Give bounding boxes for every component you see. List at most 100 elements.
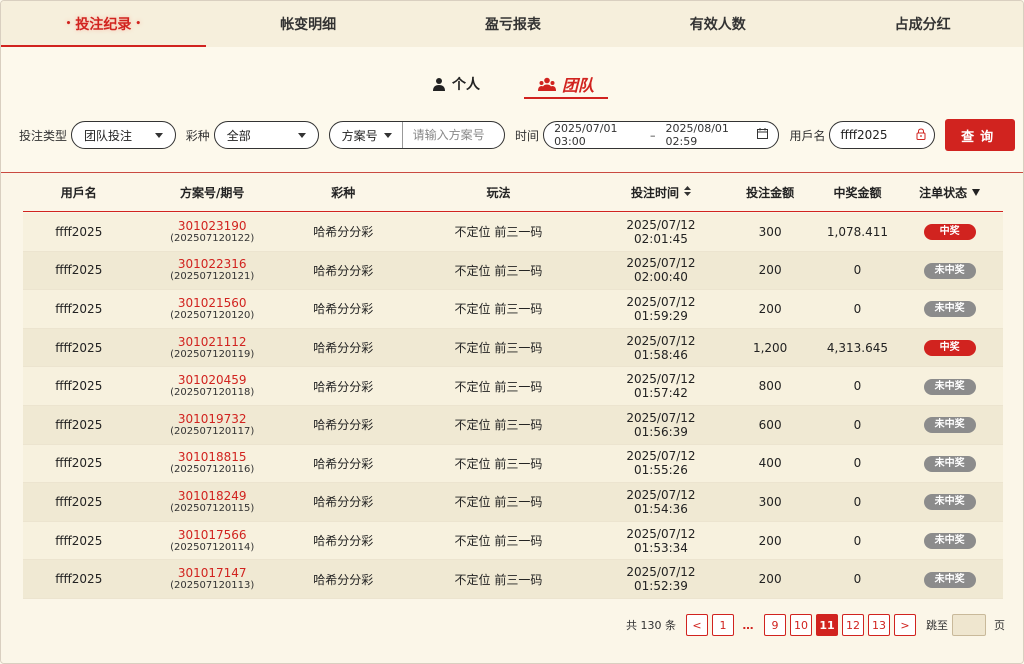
- cell-status: 中奖: [896, 223, 1003, 241]
- current-page-button[interactable]: 11: [816, 614, 838, 636]
- issue-number: (202507120119): [170, 348, 255, 360]
- bet-records-panel: • 投注纪录 • 帐变明细 盈亏报表 有效人数 占成分红 个人 团队 投注类型 …: [0, 0, 1024, 664]
- header-win: 中奖金额: [819, 184, 897, 201]
- team-icon: [537, 77, 556, 91]
- cell-bet: 200: [758, 572, 782, 587]
- top-tab-bar: • 投注纪录 • 帐变明细 盈亏报表 有效人数 占成分红: [1, 1, 1023, 47]
- cell-bet: 300: [758, 224, 782, 239]
- date-start: 2025/07/01 03:00: [554, 122, 618, 148]
- tab-valid-users[interactable]: 有效人数: [615, 1, 820, 47]
- plan-number-link[interactable]: 301017566: [135, 528, 290, 542]
- issue-number: (202507120120): [170, 309, 255, 321]
- issue-number: (202507120118): [170, 387, 255, 399]
- lock-icon: [916, 127, 926, 143]
- cell-plan: 301017566 (202507120114): [135, 528, 290, 554]
- cell-time: 2025/07/12 01:56:39: [626, 410, 696, 439]
- tab-label: 团队: [561, 76, 594, 95]
- bet-type-label: 投注类型: [19, 128, 68, 143]
- issue-number: (202507120122): [170, 232, 255, 244]
- tab-personal[interactable]: 个人: [418, 69, 494, 99]
- page-button[interactable]: 12: [842, 614, 864, 636]
- cell-bet: 200: [758, 301, 782, 316]
- status-badge: 中奖: [923, 340, 976, 357]
- cell-play: 不定位 前三一码: [454, 379, 543, 394]
- page-button[interactable]: 1: [712, 614, 734, 636]
- cell-play: 不定位 前三一码: [454, 263, 543, 278]
- cell-plan: 301022316 (202507120121): [135, 257, 290, 283]
- tab-label: 占成分红: [894, 17, 951, 33]
- cell-lottery: 哈希分分彩: [313, 302, 374, 317]
- page-button[interactable]: 13: [868, 614, 890, 636]
- plan-number-link[interactable]: 301019732: [135, 412, 290, 426]
- plan-search-combo: 方案号: [328, 121, 506, 149]
- plan-number-link[interactable]: 301018249: [135, 489, 290, 503]
- issue-number: (202507120116): [170, 464, 255, 476]
- bet-type-select[interactable]: 团队投注: [71, 121, 176, 149]
- sort-icon[interactable]: [683, 185, 691, 199]
- cell-play: 不定位 前三一码: [454, 456, 543, 471]
- cell-time: 2025/07/12 01:55:26: [626, 449, 696, 478]
- header-status[interactable]: 注单状态: [896, 184, 1003, 201]
- chevron-down-icon: [154, 132, 163, 138]
- plan-number-input[interactable]: [402, 122, 503, 148]
- plan-number-link[interactable]: 301022316: [135, 257, 290, 271]
- prev-page-button[interactable]: <: [686, 614, 708, 636]
- tab-account-changes[interactable]: 帐变明细: [206, 1, 411, 47]
- page-button[interactable]: 10: [790, 614, 812, 636]
- issue-number: (202507120113): [170, 580, 255, 592]
- cell-bet: 200: [758, 533, 782, 548]
- plan-number-link[interactable]: 301018815: [135, 450, 290, 464]
- table-body: ffff2025 301023190 (202507120122) 哈希分分彩 不定位 …: [23, 213, 1003, 599]
- tab-bet-records[interactable]: • 投注纪录 •: [1, 1, 206, 47]
- plan-number-link[interactable]: 301020459: [135, 373, 290, 387]
- cell-status: 中奖: [896, 339, 1003, 357]
- cell-time: 2025/07/12 01:53:34: [626, 526, 696, 555]
- header-label: 注单状态: [919, 185, 968, 200]
- header-label: 投注时间: [630, 185, 679, 200]
- cell-user: ffff2025: [55, 417, 103, 432]
- total-count: 共 130 条: [626, 619, 676, 632]
- plan-type-select[interactable]: 方案号: [330, 122, 403, 148]
- cell-user: ffff2025: [55, 340, 103, 355]
- plan-number-link[interactable]: 301021560: [135, 296, 290, 310]
- cell-play: 不定位 前三一码: [454, 302, 543, 317]
- bet-type-value: 团队投注: [84, 128, 133, 143]
- cell-win: 0: [853, 533, 862, 548]
- status-badge: 未中奖: [923, 417, 976, 434]
- filter-icon[interactable]: [972, 185, 981, 199]
- lottery-select[interactable]: 全部: [213, 121, 319, 149]
- date-range-picker[interactable]: 2025/07/01 03:00 – 2025/08/01 02:59: [543, 121, 780, 149]
- tab-team[interactable]: 团队: [523, 69, 609, 99]
- table-row: ffff2025 301020459 (202507120118) 哈希分分彩 不定位 …: [23, 367, 1003, 406]
- plan-number-link[interactable]: 301017147: [135, 566, 290, 580]
- table-row: ffff2025 301019732 (202507120117) 哈希分分彩 不定位 …: [23, 405, 1003, 445]
- jump-page-input[interactable]: [952, 614, 986, 636]
- username-label: 用戶名: [789, 128, 826, 143]
- cell-plan: 301019732 (202507120117): [135, 412, 290, 438]
- cell-time: 2025/07/12 02:01:45: [626, 217, 696, 246]
- cell-user: ffff2025: [55, 456, 103, 471]
- header-label: 用戶名: [60, 185, 97, 200]
- tab-share-dividend[interactable]: 占成分红: [820, 1, 1023, 47]
- cell-plan: 301017147 (202507120113): [135, 566, 290, 592]
- table-row: ffff2025 301021560 (202507120120) 哈希分分彩 不定位 …: [23, 290, 1003, 329]
- status-badge: 未中奖: [923, 533, 976, 550]
- pagination: 共 130 条 < 1 … 9 10 11 12 13 > 跳至 页: [626, 614, 1005, 636]
- plan-number-link[interactable]: 301021112: [135, 335, 290, 349]
- more-pages-icon[interactable]: …: [738, 619, 760, 632]
- header-label: 彩种: [331, 185, 356, 200]
- page-button[interactable]: 9: [764, 614, 786, 636]
- header-time[interactable]: 投注时间: [600, 184, 721, 201]
- cell-user: ffff2025: [55, 263, 103, 278]
- page-suffix: 页: [994, 619, 1005, 632]
- person-icon: [432, 77, 446, 91]
- lottery-value: 全部: [226, 128, 251, 143]
- tab-profit-report[interactable]: 盈亏报表: [411, 1, 616, 47]
- next-page-button[interactable]: >: [894, 614, 916, 636]
- query-button[interactable]: 查询: [945, 119, 1015, 151]
- cell-user: ffff2025: [55, 533, 103, 548]
- tab-label: 个人: [451, 77, 480, 93]
- plan-number-link[interactable]: 301023190: [135, 219, 290, 233]
- username-input[interactable]: ffff2025: [829, 121, 936, 149]
- status-badge: 未中奖: [923, 494, 976, 511]
